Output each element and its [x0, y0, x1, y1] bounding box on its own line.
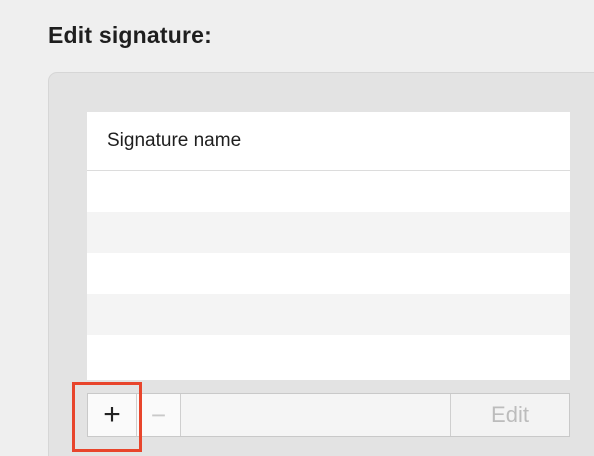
table-row[interactable] — [87, 294, 570, 335]
signature-toolbar: + − Edit — [87, 393, 570, 437]
table-row[interactable] — [87, 335, 570, 376]
section-title: Edit signature: — [48, 22, 213, 48]
table-header-signature-name[interactable]: Signature name — [87, 112, 570, 171]
table-row[interactable] — [87, 212, 570, 253]
remove-signature-button[interactable]: − — [137, 394, 181, 436]
table-row[interactable] — [87, 171, 570, 212]
table-row[interactable] — [87, 253, 570, 294]
signature-settings-panel: Edit signature: Signature name + − Edit — [0, 0, 594, 456]
edit-signature-button[interactable]: Edit — [451, 394, 569, 436]
toolbar-spacer — [181, 394, 451, 436]
signature-table: Signature name — [87, 112, 570, 380]
add-button-highlight — [72, 382, 142, 452]
